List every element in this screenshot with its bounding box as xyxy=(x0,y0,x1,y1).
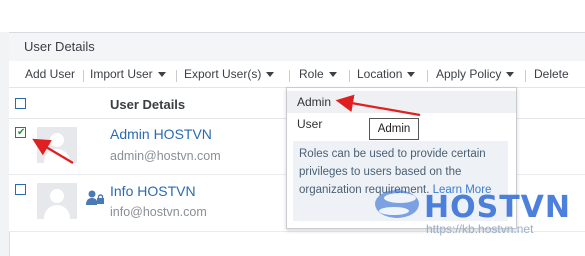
watermark-brand: HOSTVN xyxy=(424,190,572,225)
annotation-arrow xyxy=(335,94,421,117)
annotation-arrow xyxy=(32,138,74,164)
watermark-logo xyxy=(375,190,419,218)
watermark-url: https://kb.hostvn.net xyxy=(426,222,534,236)
